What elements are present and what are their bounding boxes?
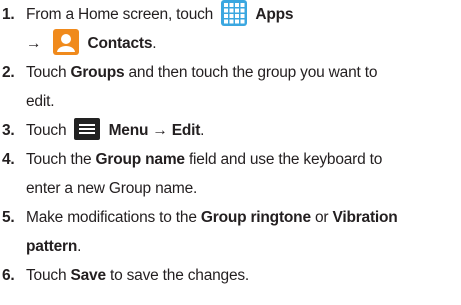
step-4-post: field and use the keyboard to bbox=[188, 151, 383, 168]
step-text: Touch Groups and then touch the group yo… bbox=[26, 58, 377, 87]
edit-label: Edit bbox=[171, 122, 201, 139]
step-5-pre: Make modifications to the bbox=[26, 209, 197, 226]
step-number: 1. bbox=[2, 6, 15, 23]
step-1-text: From a Home screen, touch bbox=[26, 6, 214, 23]
step-4-line2: enter a new Group name. bbox=[26, 180, 198, 197]
step-2-pre: Touch bbox=[26, 64, 67, 81]
group-ringtone-label: Group ringtone bbox=[200, 209, 311, 226]
apps-label: Apps bbox=[255, 6, 294, 23]
step-text: Touch Save to save the changes. bbox=[26, 261, 249, 290]
arrow: → bbox=[26, 35, 42, 52]
menu-icon bbox=[74, 118, 101, 140]
step-text: → Contacts. bbox=[26, 29, 157, 58]
step-text: Touch Menu → Edit. bbox=[26, 116, 204, 145]
step-number: 4. bbox=[2, 151, 15, 168]
menu-label: Menu bbox=[108, 122, 149, 139]
step-6-post: to save the changes. bbox=[110, 267, 250, 284]
step-2-post: and then touch the group you want to bbox=[128, 64, 378, 81]
save-label: Save bbox=[70, 267, 106, 284]
apps-grid-icon bbox=[221, 0, 248, 26]
period: . bbox=[200, 122, 205, 139]
contacts-label: Contacts bbox=[87, 35, 153, 52]
step-text: pattern. bbox=[26, 232, 81, 261]
pattern-label: pattern bbox=[26, 238, 78, 255]
step-number: 6. bbox=[2, 267, 15, 284]
step-3-pre: Touch bbox=[26, 122, 67, 139]
step-text: Touch the Group name field and use the k… bbox=[26, 145, 382, 174]
group-name-label: Group name bbox=[95, 151, 185, 168]
period: . bbox=[77, 238, 82, 255]
step-text: From a Home screen, touch Apps bbox=[26, 0, 293, 29]
step-5-mid: or bbox=[314, 209, 329, 226]
step-number: 5. bbox=[2, 209, 15, 226]
step-2-line2: edit. bbox=[26, 93, 55, 110]
vibration-label: Vibration bbox=[332, 209, 398, 226]
groups-label: Groups bbox=[70, 64, 125, 81]
instructions-document: 1. From a Home screen, touch Apps → Cont… bbox=[0, 0, 461, 305]
step-number: 2. bbox=[2, 64, 15, 81]
step-number: 3. bbox=[2, 122, 15, 139]
step-6-pre: Touch bbox=[26, 267, 67, 284]
step-text: Make modifications to the Group ringtone… bbox=[26, 203, 398, 232]
step-4-pre: Touch the bbox=[26, 151, 92, 168]
arrow: → bbox=[152, 122, 168, 139]
contacts-icon bbox=[53, 29, 80, 55]
